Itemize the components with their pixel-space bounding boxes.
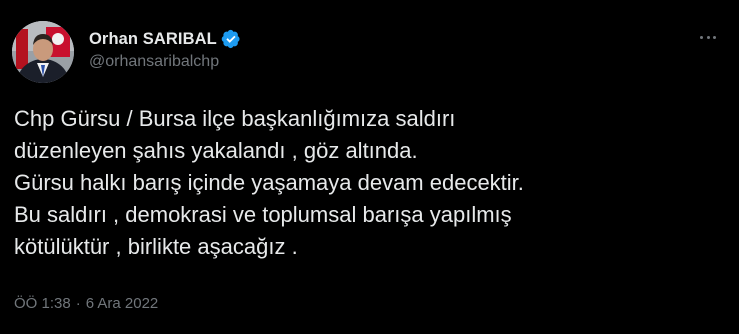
more-options-icon[interactable]: [700, 29, 716, 45]
tweet-text-line: Chp Gürsu / Bursa ilçe başkanlığımıza sa…: [14, 106, 456, 131]
dot-icon: [706, 35, 710, 39]
dot-icon: [713, 35, 716, 39]
avatar-image: [12, 21, 74, 83]
tweet-time[interactable]: ÖÖ 1:38: [14, 295, 71, 312]
dot-icon: [700, 35, 703, 39]
author-handle[interactable]: @orhansaribalchp: [89, 53, 219, 71]
author-display-name[interactable]: Orhan SARIBAL: [89, 30, 217, 49]
author-name-row[interactable]: Orhan SARIBAL: [89, 28, 241, 50]
tweet-text-line: düzenleyen şahıs yakalandı , göz altında…: [14, 138, 418, 163]
tweet-text-line: Bu saldırı , demokrasi ve toplumsal barı…: [14, 202, 512, 227]
tweet-text-line: kötülüktür , birlikte aşacağız .: [14, 234, 298, 259]
tweet-text-line: Gürsu halkı barış içinde yaşamaya devam …: [14, 170, 524, 195]
avatar[interactable]: [12, 21, 74, 83]
tweet-timestamp: ÖÖ 1:38 · 6 Ara 2022: [14, 295, 158, 312]
tweet-date[interactable]: 6 Ara 2022: [86, 295, 159, 312]
meta-separator: ·: [75, 295, 81, 312]
verified-badge-icon: [221, 29, 241, 49]
tweet-card: Orhan SARIBAL @orhansaribalchp Chp Gürsu…: [0, 0, 739, 334]
tweet-text: Chp Gürsu / Bursa ilçe başkanlığımıza sa…: [14, 103, 724, 263]
